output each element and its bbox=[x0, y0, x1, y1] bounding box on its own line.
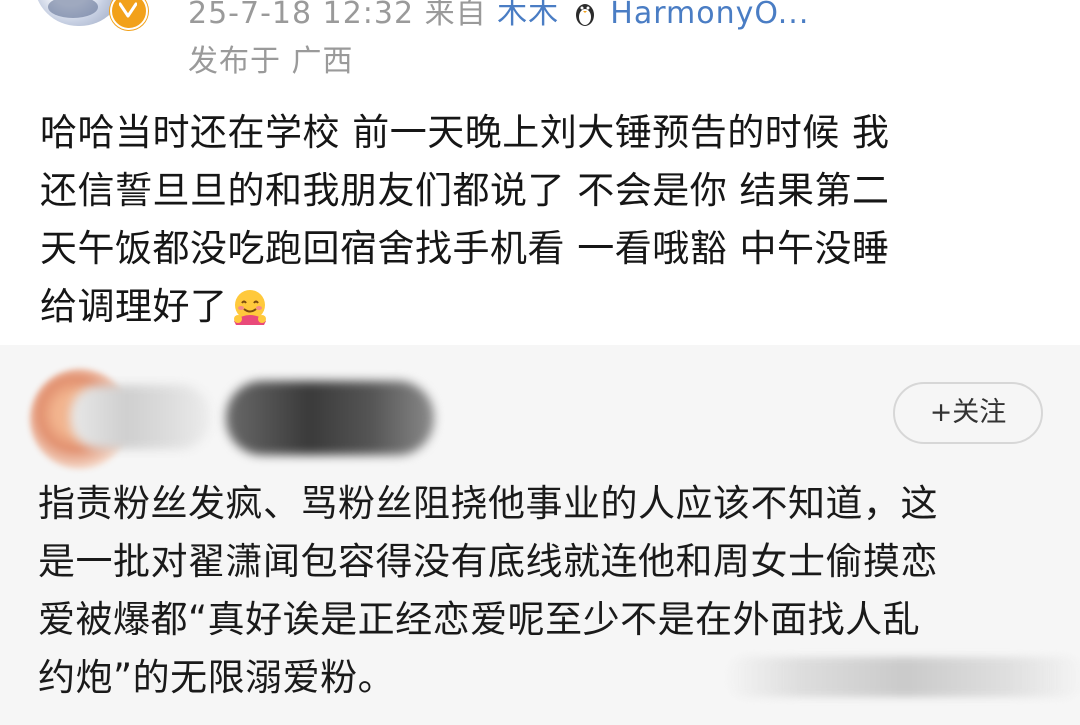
hug-emoji-icon bbox=[233, 290, 266, 325]
blurred-watermark bbox=[725, 657, 1080, 697]
post-body: 哈哈当时还在学校 前一天晚上刘大锤预告的时候 我 还信誓旦旦的和我朋友们都说了 … bbox=[40, 104, 1040, 336]
post-meta: 25-7-18 12:32 来自 木木 HarmonyO... bbox=[188, 0, 809, 32]
post-text-line: 天午饭都没吃跑回宿舍找手机看 一看哦豁 中午没睡 bbox=[40, 227, 890, 270]
post-text-line: 哈哈当时还在学校 前一天晚上刘大锤预告的时候 我 bbox=[40, 111, 890, 154]
penguin-icon bbox=[575, 4, 594, 26]
quoted-text-line: 爱被爆都“真好诶是正经恋爱呢至少不是在外面找人乱 bbox=[38, 598, 921, 641]
source-device-link[interactable]: HarmonyO... bbox=[610, 0, 809, 31]
follow-button[interactable]: +关注 bbox=[893, 382, 1043, 444]
post-text-segment: 给调理好了 bbox=[40, 285, 228, 328]
post-location: 发布于 广西 bbox=[188, 44, 354, 79]
source-name-link[interactable]: 木木 bbox=[497, 0, 559, 31]
post-text-line: 还信誓旦旦的和我朋友们都说了 不会是你 结果第二 bbox=[40, 169, 890, 212]
post-text-line: 给调理好了 bbox=[40, 278, 1040, 336]
post-date-time: 25-7-18 12:32 bbox=[188, 0, 415, 31]
source-prefix: 来自 bbox=[424, 0, 487, 31]
quoted-username-blurred[interactable] bbox=[70, 385, 210, 449]
quoted-username-blurred-2[interactable] bbox=[226, 381, 434, 455]
verified-badge-icon bbox=[110, 0, 148, 30]
quoted-text-line: 指责粉丝发疯、骂粉丝阻挠他事业的人应该不知道，这 bbox=[38, 482, 938, 525]
quoted-text-line: 是一批对翟潇闻包容得没有底线就连他和周女士偷摸恋 bbox=[38, 540, 938, 583]
quoted-post-card[interactable]: +关注 指责粉丝发疯、骂粉丝阻挠他事业的人应该不知道，这 是一批对翟潇闻包容得没… bbox=[0, 345, 1080, 725]
post-card: 25-7-18 12:32 来自 木木 HarmonyO... 发布于 广西 哈… bbox=[0, 0, 1080, 345]
